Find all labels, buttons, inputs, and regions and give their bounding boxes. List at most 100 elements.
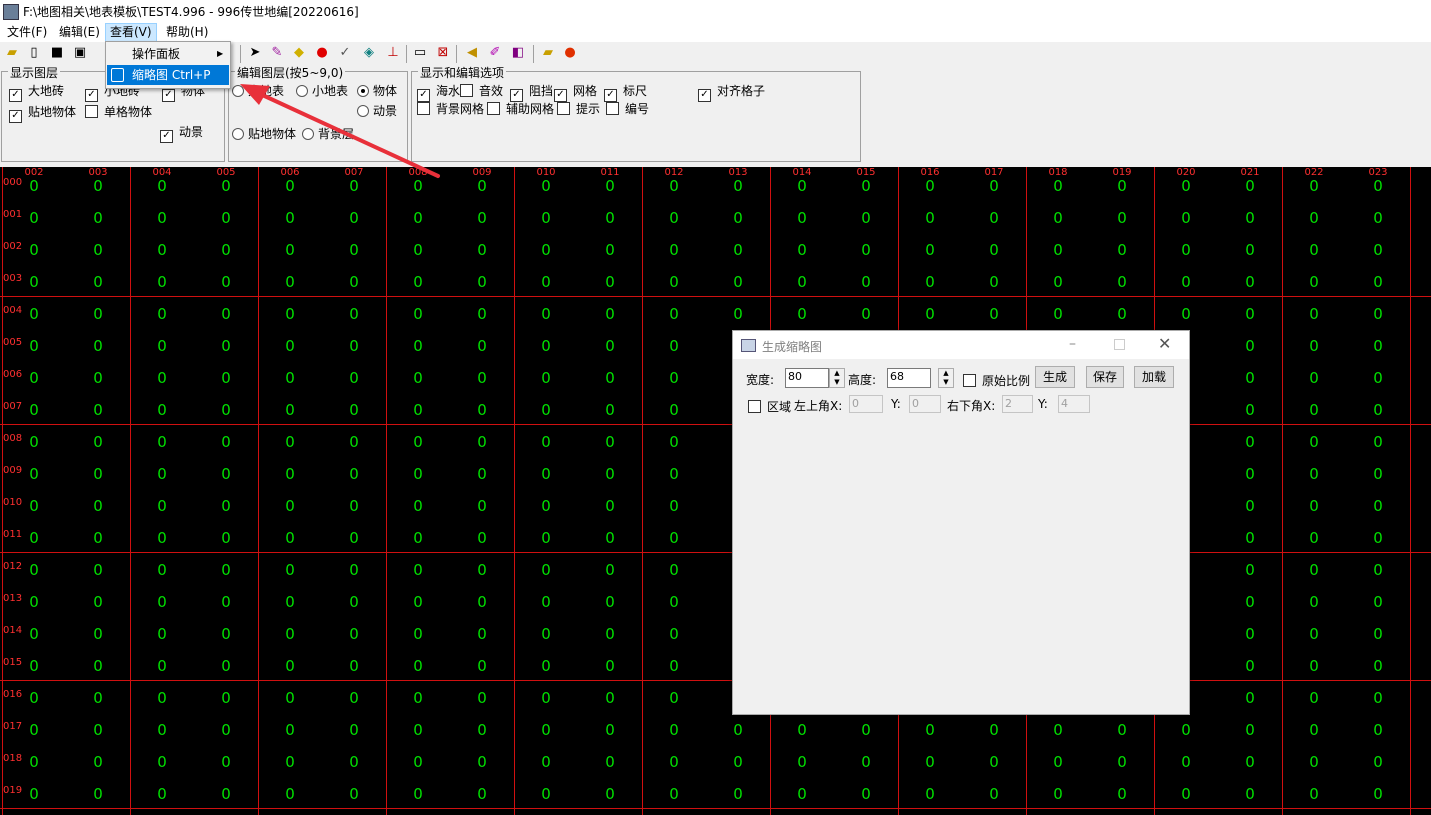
maximize-icon[interactable] xyxy=(1114,339,1125,350)
width-input[interactable]: 80 xyxy=(785,368,829,388)
radio-ground-object[interactable]: 贴地物体 xyxy=(232,125,296,142)
radio-circle[interactable] xyxy=(296,85,308,97)
close-icon[interactable]: ✕ xyxy=(1158,334,1172,353)
checkbox-sea[interactable]: ✓ 海水 xyxy=(417,82,460,102)
pen-icon[interactable]: ✐ xyxy=(487,45,503,61)
radio-circle[interactable] xyxy=(232,128,244,140)
map-cell-value: 0 xyxy=(349,753,359,771)
checkbox-block[interactable]: ✓ 阻挡 xyxy=(510,82,553,102)
menu-edit[interactable]: 编辑(E) xyxy=(55,24,104,41)
checkbox-sound[interactable]: 音效 xyxy=(460,82,503,99)
row-label: 016 xyxy=(3,689,23,700)
menu-help[interactable]: 帮助(H) xyxy=(162,24,212,41)
top-left-x-input[interactable]: 0 xyxy=(849,395,883,413)
checkbox-box[interactable]: ✓ xyxy=(85,89,98,102)
map-cell-value: 0 xyxy=(1181,721,1191,739)
stop-sign-icon[interactable]: ● xyxy=(314,45,330,61)
map-cell-value: 0 xyxy=(989,785,999,803)
map-cell-value: 0 xyxy=(221,529,231,547)
pointer-icon[interactable]: ➤ xyxy=(247,45,263,61)
fill-icon[interactable]: ◈ xyxy=(361,45,377,61)
radio-circle[interactable] xyxy=(357,105,369,117)
checkbox-background-grid[interactable]: 背景网格 xyxy=(417,100,484,117)
open-folder-icon[interactable]: ▰ xyxy=(4,45,20,61)
checkbox-box[interactable] xyxy=(748,400,761,413)
radio-circle[interactable] xyxy=(302,128,314,140)
height-spinner[interactable]: ▲ ▼ xyxy=(938,368,954,388)
radio-object[interactable]: 物体 xyxy=(357,82,397,99)
map-cell-value: 0 xyxy=(1309,625,1319,643)
checkbox-box[interactable] xyxy=(963,374,976,387)
radio-animation[interactable]: 动景 xyxy=(357,102,397,119)
open-map-icon[interactable]: ▰ xyxy=(540,45,556,61)
sound-icon[interactable]: ◀ xyxy=(464,45,480,61)
tomato-icon[interactable]: ● xyxy=(562,45,578,61)
map-cell-value: 0 xyxy=(925,241,935,259)
checkbox-box[interactable]: ✓ xyxy=(698,89,711,102)
checkbox-ruler[interactable]: ✓ 标尺 xyxy=(604,82,647,102)
menu-view[interactable]: 查看(V) xyxy=(105,23,157,42)
flip-icon[interactable]: ⊥ xyxy=(385,45,401,61)
checkbox-box[interactable]: ✓ xyxy=(9,89,22,102)
menu-file[interactable]: 文件(F) xyxy=(3,24,51,41)
checkbox-snap-grid[interactable]: ✓ 对齐格子 xyxy=(698,82,765,102)
checkbox-region[interactable]: 区域 xyxy=(748,398,791,415)
radio-circle[interactable] xyxy=(357,85,369,97)
menu-item-operation-panel[interactable]: 操作面板 ▶ xyxy=(107,44,229,64)
rectangle-icon[interactable]: ▭ xyxy=(412,45,428,61)
minimize-icon[interactable]: – xyxy=(1069,336,1083,352)
save-icon[interactable]: ■ xyxy=(49,45,65,61)
map-cell-value: 0 xyxy=(1053,721,1063,739)
checkbox-box[interactable]: ✓ xyxy=(9,110,22,123)
height-input[interactable]: 68 xyxy=(887,368,931,388)
edit-layers-title: 编辑图层(按5~9,0) xyxy=(235,64,346,81)
checkbox-big-tile[interactable]: ✓ 大地砖 xyxy=(9,82,64,102)
checkbox-box[interactable] xyxy=(557,102,570,115)
map-cell-value: 0 xyxy=(477,209,487,227)
bottom-right-y-input[interactable]: 4 xyxy=(1058,395,1090,413)
brush-icon[interactable]: ✓ xyxy=(337,45,353,61)
checkbox-box[interactable]: ✓ xyxy=(160,130,173,143)
top-left-y-input[interactable]: 0 xyxy=(909,395,941,413)
checkbox-box[interactable]: ✓ xyxy=(162,89,175,102)
checkbox-box[interactable] xyxy=(85,105,98,118)
radio-background[interactable]: 背景层 xyxy=(302,125,354,142)
map-cell-value: 0 xyxy=(1373,657,1383,675)
radio-small-surface[interactable]: 小地表 xyxy=(296,82,348,99)
new-file-icon[interactable]: ▯ xyxy=(26,45,42,61)
checkbox-keep-ratio[interactable]: 原始比例 xyxy=(963,372,1030,389)
radio-circle[interactable] xyxy=(232,85,244,97)
delete-region-icon[interactable]: ⊠ xyxy=(435,45,451,61)
radio-big-surface[interactable]: 大地表 xyxy=(232,82,284,99)
checkbox-ground-object[interactable]: ✓ 贴地物体 xyxy=(9,103,76,123)
checkbox-hint[interactable]: 提示 xyxy=(557,100,600,117)
warning-sign-icon[interactable]: ◆ xyxy=(291,45,307,61)
load-button[interactable]: 加载 xyxy=(1134,366,1174,388)
map-cell-value: 0 xyxy=(413,593,423,611)
menu-item-thumbnail[interactable]: 缩略图 Ctrl+P xyxy=(107,65,229,85)
checkbox-single-cell-object[interactable]: 单格物体 xyxy=(85,103,152,120)
checkbox-box[interactable] xyxy=(606,102,619,115)
checkbox-number[interactable]: 编号 xyxy=(606,100,649,117)
checkbox-aux-grid[interactable]: 辅助网格 xyxy=(487,100,554,117)
bottom-right-x-input[interactable]: 2 xyxy=(1002,395,1033,413)
checkbox-box[interactable] xyxy=(487,102,500,115)
generate-button[interactable]: 生成 xyxy=(1035,366,1075,388)
map-canvas[interactable]: 002 003 004 005 006 007 008 009 010 011 012 013 014 0… xyxy=(0,167,1431,815)
map-cell-value: 0 xyxy=(221,497,231,515)
map-cell-value: 0 xyxy=(93,721,103,739)
map-cell-value: 0 xyxy=(541,465,551,483)
pencil-icon[interactable]: ✎ xyxy=(269,45,285,61)
checkbox-box[interactable] xyxy=(460,84,473,97)
map-cell-value: 0 xyxy=(157,305,167,323)
map-cell-value: 0 xyxy=(285,657,295,675)
map-cell-value: 0 xyxy=(349,593,359,611)
width-spinner[interactable]: ▲ ▼ xyxy=(829,368,845,388)
layers-icon[interactable]: ◧ xyxy=(510,45,526,61)
checkbox-box[interactable] xyxy=(417,102,430,115)
radio-label: 动景 xyxy=(373,104,398,118)
save-all-icon[interactable]: ▣ xyxy=(72,45,88,61)
checkbox-animation[interactable]: ✓ 动景 xyxy=(160,123,203,143)
checkbox-grid[interactable]: ✓ 网格 xyxy=(554,82,597,102)
save-button[interactable]: 保存 xyxy=(1086,366,1124,388)
